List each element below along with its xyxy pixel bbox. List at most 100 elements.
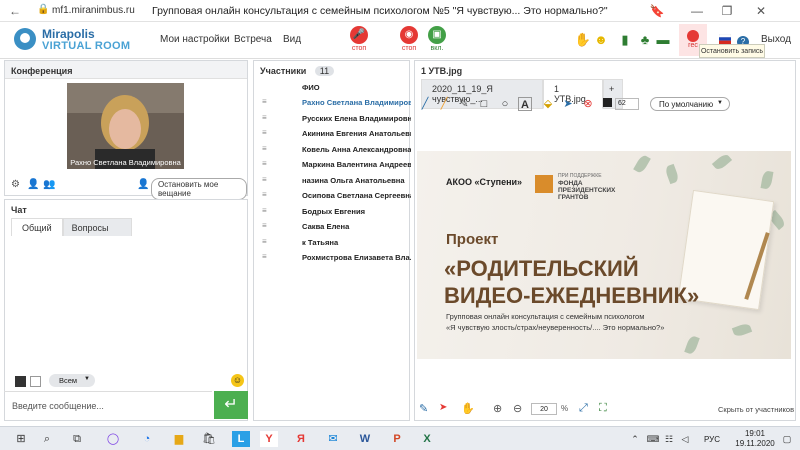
drag-handle-icon[interactable]: ≡: [262, 237, 267, 246]
fit-page-icon[interactable]: ⤢: [579, 402, 588, 415]
emoji-icon[interactable]: ☻: [592, 32, 610, 47]
yandex-browser-icon[interactable]: Y: [260, 431, 278, 447]
excel-icon[interactable]: X: [418, 431, 436, 447]
ellipse-icon[interactable]: ○: [498, 97, 512, 111]
message-input[interactable]: Введите сообщение...: [4, 391, 212, 419]
raise-hand-icon[interactable]: ✋: [574, 32, 592, 48]
zoom-out-icon[interactable]: ⊖: [513, 402, 522, 415]
user-share-icon[interactable]: 👥: [43, 179, 55, 190]
participant-row[interactable]: ≡ Маркина Валентина Андреевна: [254, 157, 411, 173]
search-icon[interactable]: ⌕: [38, 431, 56, 447]
pointer-icon[interactable]: ➤: [561, 97, 575, 111]
yandex-icon[interactable]: Я: [292, 431, 310, 447]
recipient-value: Всем: [59, 376, 78, 385]
edge-icon[interactable]: ◔: [138, 431, 156, 447]
bg-color-icon[interactable]: [30, 376, 41, 387]
clock-date[interactable]: 19.11.2020: [734, 439, 776, 448]
pan-hand-icon[interactable]: ✋: [461, 402, 475, 415]
store-icon[interactable]: 🛍: [200, 431, 218, 447]
participant-row[interactable]: ≡ Акинина Евгения Анатольевна: [254, 126, 411, 142]
mic-button[interactable]: 🎤 стоп: [346, 26, 372, 52]
menu-view[interactable]: Вид: [283, 34, 301, 45]
alice-icon[interactable]: ◯: [104, 431, 122, 447]
participant-row[interactable]: ≡ Русских Елена Владимировна: [254, 111, 411, 127]
drag-handle-icon[interactable]: ≡: [262, 159, 267, 168]
emoji-picker-icon[interactable]: ☺: [231, 374, 244, 387]
drag-handle-icon[interactable]: ≡: [262, 144, 267, 153]
camera-button[interactable]: ◉ стоп: [396, 26, 422, 52]
participant-row[interactable]: ≡ Бодрых Евгения: [254, 204, 411, 220]
brush-icon[interactable]: ✎: [419, 402, 428, 415]
column-header-fio[interactable]: ФИО: [302, 83, 320, 92]
marker-icon[interactable]: ╱: [437, 97, 451, 111]
drag-handle-icon[interactable]: ≡: [262, 128, 267, 137]
stop-broadcast-button[interactable]: Остановить мое вещание: [151, 178, 247, 200]
file-explorer-icon[interactable]: ▆: [170, 431, 188, 447]
minimize-icon[interactable]: —: [688, 2, 706, 20]
restore-icon[interactable]: ❐: [718, 2, 736, 20]
back-arrow-icon[interactable]: ←: [6, 2, 24, 20]
drag-handle-icon[interactable]: ≡: [262, 221, 267, 230]
mail-icon[interactable]: ✉: [324, 431, 342, 447]
drag-handle-icon[interactable]: ≡: [262, 175, 267, 184]
tray-arrow-icon[interactable]: ⌃: [626, 431, 644, 447]
laser-pointer-icon[interactable]: ➤: [439, 402, 447, 413]
drag-handle-icon[interactable]: ≡: [262, 206, 267, 215]
participant-row[interactable]: ≡ Саква Елена: [254, 219, 411, 235]
participant-row[interactable]: ≡ назина Ольга Анатольевна: [254, 173, 411, 189]
fullscreen-icon[interactable]: ⛶: [599, 402, 607, 415]
participant-row[interactable]: ≡ Осипова Светлана Сергеевна: [254, 188, 411, 204]
stats-icon[interactable]: ▮: [616, 32, 634, 48]
drag-handle-icon[interactable]: ≡: [262, 97, 267, 106]
windows-start-icon[interactable]: ⊞: [12, 431, 30, 447]
menu-my-settings[interactable]: Мои настройки: [160, 34, 230, 45]
screen-share-button[interactable]: ▣ вкл.: [424, 26, 450, 52]
word-icon[interactable]: W: [356, 431, 374, 447]
participant-name: Акинина Евгения Анатольевна: [302, 129, 411, 138]
presentation-slide[interactable]: АКОО «Ступени» ПРИ ПОДДЕРЖКЕ ФОНДА ПРЕЗИ…: [417, 151, 791, 359]
user-video-icon[interactable]: 👤: [27, 179, 39, 190]
tab-general[interactable]: Общий: [11, 218, 63, 238]
clear-icon[interactable]: ⊗: [581, 97, 595, 111]
task-view-icon[interactable]: ⧉: [68, 431, 86, 447]
drag-handle-icon[interactable]: ≡: [262, 190, 267, 199]
volume-icon[interactable]: ◁: [676, 431, 694, 447]
notifications-icon[interactable]: ▢: [778, 431, 796, 447]
video-feed[interactable]: Рахно Светлана Владимировна: [67, 83, 184, 169]
app-l-icon[interactable]: L: [232, 431, 250, 447]
url-text[interactable]: mf1.miranimbus.ru: [52, 5, 135, 16]
participant-row[interactable]: ≡ к Татьяна: [254, 235, 411, 251]
users-group-icon[interactable]: ♣: [636, 32, 654, 47]
pencil-icon[interactable]: ✎: [457, 97, 471, 111]
participants-panel: Участники 11 ФИО ≡ Рахно Светлана Владими…: [253, 60, 411, 421]
participant-row[interactable]: ≡ Рахно Светлана Владимировна: [254, 95, 411, 111]
pen-icon[interactable]: ╱: [418, 97, 432, 111]
exit-button[interactable]: Выход: [761, 34, 791, 45]
menu-meeting[interactable]: Встреча: [234, 34, 272, 45]
zoom-in-icon[interactable]: ⊕: [493, 402, 502, 415]
settings-gear-icon[interactable]: ⚙: [11, 179, 20, 190]
text-icon[interactable]: A: [518, 97, 532, 111]
browser-bar: ← 🔒 mf1.miranimbus.ru Групповая онлайн к…: [0, 0, 800, 22]
recipient-select[interactable]: Всем ▼: [49, 374, 95, 387]
send-button[interactable]: ↵: [214, 391, 248, 419]
tab-questions[interactable]: Вопросы: [62, 218, 132, 238]
text-color-icon[interactable]: [15, 376, 26, 387]
participant-row[interactable]: ≡ Ковель Анна Александровна: [254, 142, 411, 158]
bookmark-icon[interactable]: 🔖: [648, 2, 666, 20]
drag-handle-icon[interactable]: ≡: [262, 113, 267, 122]
powerpoint-icon[interactable]: P: [388, 431, 406, 447]
fill-icon[interactable]: ⬙: [541, 97, 555, 111]
zoom-input[interactable]: 20: [531, 403, 557, 415]
hide-from-participants-button[interactable]: Скрыть от участников: [718, 405, 794, 414]
close-window-icon[interactable]: ✕: [752, 2, 770, 20]
participant-row[interactable]: ≡ Рохмистрова Елизавета Вла...: [254, 250, 411, 266]
font-size-input[interactable]: 62: [615, 98, 639, 110]
color-picker-icon[interactable]: [600, 97, 614, 111]
clock-time[interactable]: 19:01: [734, 429, 776, 438]
folder-icon[interactable]: ▬: [654, 32, 672, 47]
drag-handle-icon[interactable]: ≡: [262, 252, 267, 261]
style-select[interactable]: По умолчанию ▼: [650, 97, 730, 111]
language-indicator[interactable]: РУС: [704, 435, 720, 444]
rectangle-icon[interactable]: □: [477, 97, 491, 111]
